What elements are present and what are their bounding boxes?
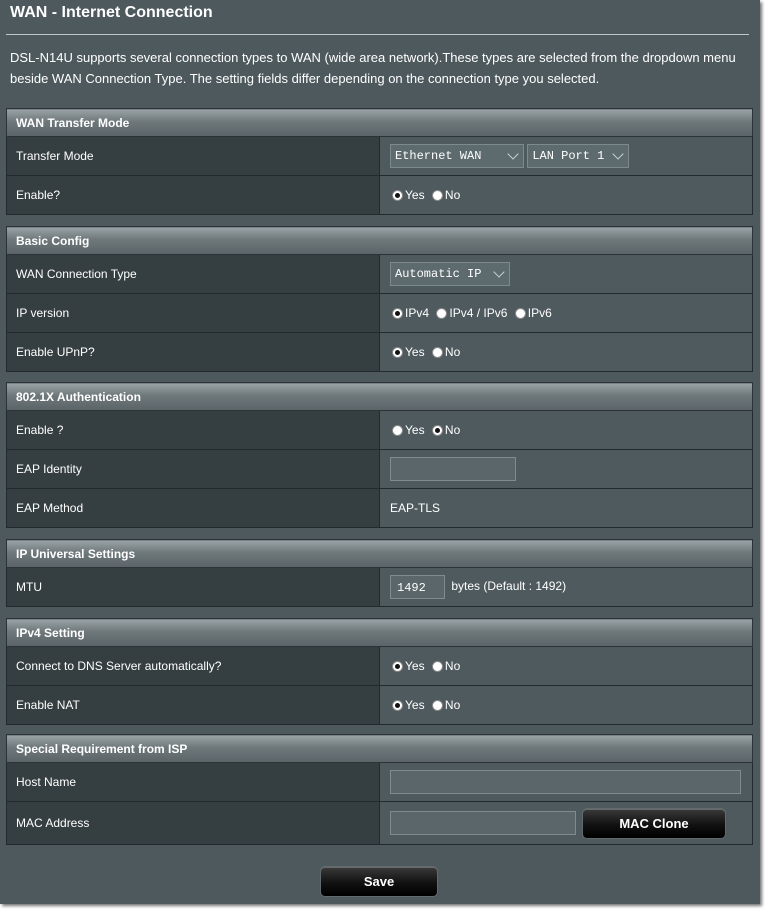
ip-version-row: IP version IPv4 IPv4 / IPv6 IPv6 (6, 293, 753, 333)
ip-version-label: IP version (6, 293, 380, 333)
radio-label-ipv4-ipv6: IPv4 / IPv6 (449, 306, 508, 320)
transfer-mode-label: Transfer Mode (6, 136, 380, 176)
page-title: WAN - Internet Connection (10, 4, 213, 21)
eap-method-label: EAP Method (6, 488, 380, 528)
section-header-ip-universal: IP Universal Settings (6, 539, 753, 568)
isp-section: Special Requirement from ISP Host Name M… (6, 734, 753, 845)
mac-clone-button[interactable]: MAC Clone (582, 807, 726, 839)
radio-label-yes: Yes (405, 188, 425, 202)
auth-enable-row: Enable ? Yes No (6, 410, 753, 450)
transfer-enable-label: Enable? (6, 175, 380, 215)
auth-enable-yes-radio[interactable] (392, 425, 403, 436)
radio-label-no: No (444, 698, 461, 712)
upnp-no-radio[interactable] (431, 347, 443, 358)
radio-label-no: No (444, 345, 461, 359)
mtu-input[interactable]: 1492 (390, 575, 445, 599)
dns-auto-yes-radio[interactable] (392, 661, 403, 672)
eap-method-row: EAP Method EAP-TLS (6, 488, 753, 528)
mac-address-row: MAC Address MAC Clone (6, 801, 753, 845)
wan-type-label: WAN Connection Type (6, 254, 380, 294)
ipv4-setting-section: IPv4 Setting Connect to DNS Server autom… (6, 618, 753, 725)
upnp-yes-radio[interactable] (392, 347, 403, 358)
mac-address-label: MAC Address (6, 801, 380, 845)
radio-label-no: No (444, 188, 461, 202)
section-header-ipv4: IPv4 Setting (6, 618, 753, 647)
transfer-mode-row: Transfer Mode Ethernet WAN LAN Port 1 (6, 136, 753, 176)
radio-label-yes: Yes (405, 659, 425, 673)
lan-port-selected: LAN Port 1 (532, 149, 605, 163)
mtu-hint: bytes (Default : 1492) (451, 579, 567, 594)
nat-row: Enable NAT Yes No (6, 685, 753, 725)
section-header-8021x: 802.1X Authentication (6, 382, 753, 411)
host-name-row: Host Name (6, 762, 753, 802)
auth-enable-label: Enable ? (6, 410, 380, 450)
ip-version-ipv4-radio[interactable] (392, 308, 403, 319)
wan-transfer-mode-section: WAN Transfer Mode Transfer Mode Ethernet… (6, 108, 753, 215)
radio-label-yes: Yes (405, 698, 425, 712)
wan-type-selected: Automatic IP (395, 267, 482, 281)
transfer-enable-row: Enable? Yes No (6, 175, 753, 215)
dns-auto-label: Connect to DNS Server automatically? (6, 646, 380, 686)
ip-version-ipv6-radio[interactable] (514, 308, 526, 319)
transfer-mode-selected: Ethernet WAN (395, 149, 482, 163)
auth-enable-no-radio[interactable] (431, 425, 443, 436)
auth-8021x-section: 802.1X Authentication Enable ? Yes No EA… (6, 382, 753, 528)
host-name-label: Host Name (6, 762, 380, 802)
radio-label-ipv6: IPv6 (527, 306, 552, 320)
wan-type-select[interactable]: Automatic IP (390, 262, 510, 286)
section-header-isp: Special Requirement from ISP (6, 734, 753, 763)
chevron-down-icon (493, 266, 505, 278)
dns-auto-no-radio[interactable] (431, 661, 443, 672)
ip-version-dual-radio[interactable] (436, 308, 448, 319)
host-name-input[interactable] (390, 770, 741, 794)
eap-identity-row: EAP Identity (6, 449, 753, 489)
chevron-down-icon (507, 148, 519, 160)
basic-config-section: Basic Config WAN Connection Type Automat… (6, 226, 753, 372)
dns-auto-row: Connect to DNS Server automatically? Yes… (6, 646, 753, 686)
nat-no-radio[interactable] (431, 700, 443, 711)
save-button[interactable]: Save (320, 866, 438, 897)
wan-settings-panel: WAN - Internet Connection DSL-N14U suppo… (0, 0, 760, 904)
upnp-label: Enable UPnP? (6, 332, 380, 372)
radio-label-no: No (444, 659, 461, 673)
ip-universal-section: IP Universal Settings MTU 1492 bytes (De… (6, 539, 753, 607)
page-description: DSL-N14U supports several connection typ… (10, 50, 736, 86)
transfer-enable-no-radio[interactable] (431, 190, 443, 201)
mac-address-input[interactable] (390, 811, 576, 835)
section-header-basic-config: Basic Config (6, 226, 753, 255)
mtu-row: MTU 1492 bytes (Default : 1492) (6, 567, 753, 607)
eap-identity-input[interactable] (390, 457, 516, 481)
mtu-label: MTU (6, 567, 380, 607)
transfer-enable-yes-radio[interactable] (392, 190, 403, 201)
transfer-mode-select[interactable]: Ethernet WAN (390, 144, 524, 168)
eap-identity-label: EAP Identity (6, 449, 380, 489)
upnp-row: Enable UPnP? Yes No (6, 332, 753, 372)
wan-type-row: WAN Connection Type Automatic IP (6, 254, 753, 294)
eap-method-value: EAP-TLS (379, 488, 753, 528)
section-header-wan-transfer-mode: WAN Transfer Mode (6, 108, 753, 137)
radio-label-yes: Yes (405, 345, 425, 359)
title-divider (6, 34, 749, 35)
radio-label-yes: Yes (405, 423, 425, 437)
nat-label: Enable NAT (6, 685, 380, 725)
nat-yes-radio[interactable] (392, 700, 403, 711)
chevron-down-icon (612, 148, 625, 160)
lan-port-select[interactable]: LAN Port 1 (527, 144, 630, 168)
radio-label-ipv4: IPv4 (405, 306, 430, 320)
radio-label-no: No (444, 423, 461, 437)
